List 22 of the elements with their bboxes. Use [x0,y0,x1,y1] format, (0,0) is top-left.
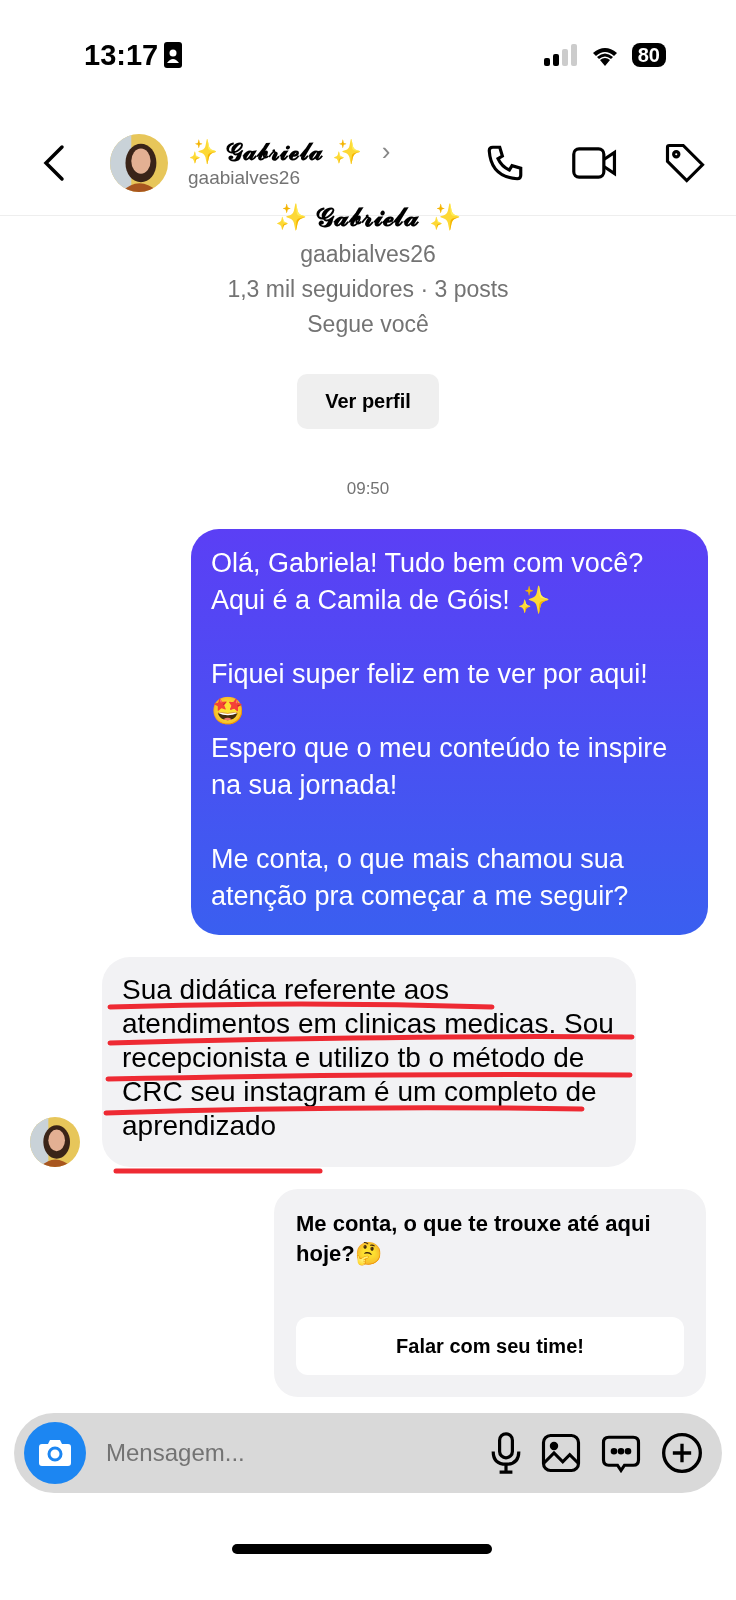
contact-card-icon [164,42,183,68]
contact-username: gaabialves26 [188,167,301,189]
message-input[interactable]: Mensagem... [104,1438,472,1468]
tag-icon[interactable] [664,141,706,184]
camera-button[interactable] [24,1422,86,1484]
timestamp: 09:50 [346,479,390,499]
profile-stats: 1,3 mil seguidores · 3 posts [227,276,509,303]
image-icon[interactable] [540,1432,582,1474]
prompt-text: Me conta, o que te trouxe até aqui hoje?🤔 [296,1210,652,1268]
sent-message: Olá, Gabriela! Tudo bem com você? Aqui é a Camila de Góis! ✨ Fiquei super feliz em te ver por aqui! 🤩 Espero que o meu conteúdo te inspire na sua jornada! Me conta, o que mais chamou sua atenção pra começar a me seguir? [191,529,708,935]
battery-level: 80 [631,43,666,67]
follow-status: Segue você [307,311,429,338]
profile-name: ✨ 𝓖𝓪𝓫𝓻𝓲𝓮𝓵𝓪 ✨ [275,202,461,233]
signal-icon [543,44,578,66]
plus-icon[interactable] [660,1431,704,1475]
view-profile-button[interactable]: Ver perfil [297,374,439,429]
microphone-icon[interactable] [490,1432,522,1474]
camera-icon [38,1439,72,1467]
reply-button[interactable]: Falar com seu time! [296,1317,684,1375]
chevron: › [381,136,391,167]
status-time: 13:17 [84,38,159,72]
profile-username: gaabialves26 [300,241,436,268]
